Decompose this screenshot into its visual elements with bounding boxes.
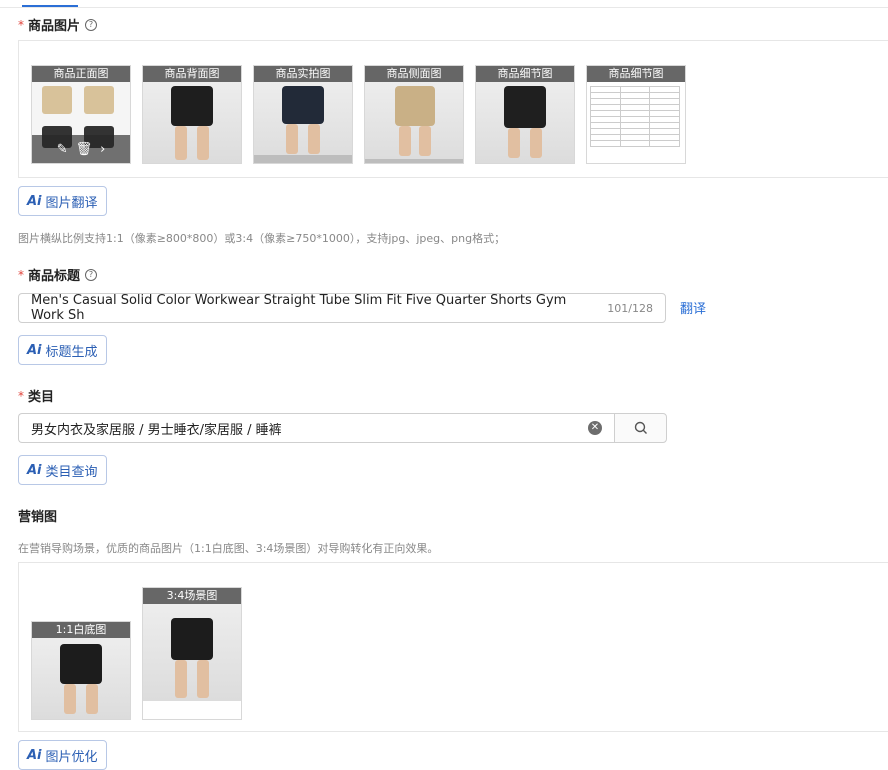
product-image-real-shot[interactable]: 商品实拍图: [253, 65, 353, 164]
marketing-images-panel: 1:1白底图 3:4场景图: [18, 562, 888, 732]
marketing-hint: 在营销导购场景，优质的商品图片（1:1白底图、3:4场景图）对导购转化有正向效果…: [18, 542, 439, 555]
photo: [143, 604, 241, 701]
product-image-front[interactable]: 商品正面图 ✎ 🗑 ›: [31, 65, 131, 164]
char-counter: 101/128: [607, 301, 653, 315]
help-icon[interactable]: ?: [85, 268, 98, 281]
divider: [0, 7, 888, 8]
thumb-label: 3:4场景图: [143, 588, 241, 604]
thumb-actions: ✎ 🗑 ›: [32, 135, 130, 163]
ai-icon: Ai: [27, 342, 42, 358]
marketing-image-1-1[interactable]: 1:1白底图: [31, 621, 131, 720]
image-translate-button[interactable]: Ai 图片翻译: [18, 186, 107, 216]
required-mark: *: [18, 17, 24, 32]
required-mark: *: [18, 388, 24, 403]
help-icon[interactable]: ?: [85, 18, 98, 31]
product-image-detail[interactable]: 商品细节图: [475, 65, 575, 164]
title-generate-button[interactable]: Ai 标题生成: [18, 335, 107, 365]
photo: [32, 638, 130, 719]
thumb-label: 商品正面图: [32, 66, 130, 82]
translate-link[interactable]: 翻译: [680, 298, 706, 317]
thumb-label: 商品细节图: [476, 66, 574, 82]
thumb-label: 商品细节图: [587, 66, 685, 82]
ai-icon: Ai: [27, 747, 42, 763]
size-chart-image: [590, 86, 680, 147]
chevron-right-icon[interactable]: ›: [100, 142, 105, 157]
thumb-label: 商品背面图: [143, 66, 241, 82]
thumb-label: 1:1白底图: [32, 622, 130, 638]
title-input[interactable]: Men's Casual Solid Color Workwear Straig…: [18, 293, 666, 323]
edit-icon[interactable]: ✎: [57, 142, 68, 157]
product-image-size-chart[interactable]: 商品细节图: [586, 65, 686, 164]
category-query-button[interactable]: Ai 类目查询: [18, 455, 107, 485]
photo: [365, 82, 463, 163]
product-images-panel: 商品正面图 ✎ 🗑 › 商品背面图 商品实拍图 商品侧面图 商品细节图 商品细节…: [18, 40, 888, 178]
search-icon: [634, 421, 647, 434]
product-image-back[interactable]: 商品背面图: [142, 65, 242, 164]
title-label: * 商品标题 ?: [18, 265, 98, 284]
thumb-label: 商品实拍图: [254, 66, 352, 82]
photo: [143, 82, 241, 163]
image-format-hint: 图片横纵比例支持1:1（像素≥800*800）或3:4（像素≥750*1000）…: [18, 232, 506, 245]
clear-icon[interactable]: ✕: [588, 421, 602, 435]
photo: [476, 82, 574, 163]
marketing-image-3-4[interactable]: 3:4场景图: [142, 587, 242, 720]
category-label: * 类目: [18, 388, 55, 406]
delete-icon[interactable]: 🗑: [76, 142, 93, 157]
product-images-label: * 商品图片 ?: [18, 15, 98, 34]
category-value: 男女内衣及家居服 / 男士睡衣/家居服 / 睡裤: [31, 422, 282, 438]
thumb-label: 商品侧面图: [365, 66, 463, 82]
ai-icon: Ai: [27, 193, 42, 209]
title-value: Men's Casual Solid Color Workwear Straig…: [31, 293, 567, 323]
image-optimize-button[interactable]: Ai 图片优化: [18, 740, 107, 770]
product-image-side[interactable]: 商品侧面图: [364, 65, 464, 164]
category-input[interactable]: 男女内衣及家居服 / 男士睡衣/家居服 / 睡裤 ✕: [18, 413, 614, 443]
category-search-button[interactable]: [614, 413, 667, 443]
photo: [254, 82, 352, 163]
required-mark: *: [18, 267, 24, 282]
ai-icon: Ai: [27, 462, 42, 478]
marketing-label: 营销图: [18, 510, 58, 525]
